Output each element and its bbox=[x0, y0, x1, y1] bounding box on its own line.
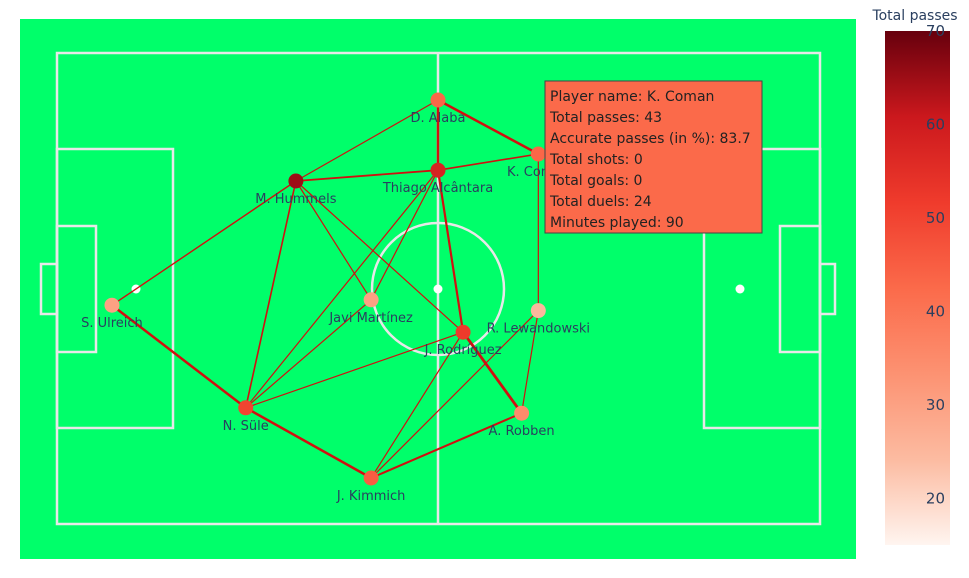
tooltip-line: Total duels: 24 bbox=[549, 194, 652, 210]
player-label: R. Lewandowski bbox=[487, 322, 590, 337]
player-node bbox=[104, 297, 120, 313]
tooltip-line: Player name: K. Coman bbox=[550, 89, 714, 105]
player-node bbox=[530, 146, 546, 162]
player-label: J. Kimmich bbox=[336, 489, 406, 504]
colorbar: Total passes203040506070 bbox=[871, 8, 958, 545]
colorbar-tick-label: 20 bbox=[926, 489, 945, 507]
player-label: Thiago Alcântara bbox=[382, 181, 493, 196]
colorbar-tick-label: 50 bbox=[926, 209, 945, 227]
tooltip-line: Total shots: 0 bbox=[549, 152, 643, 168]
colorbar-tick-label: 70 bbox=[926, 22, 945, 40]
player-node bbox=[514, 405, 530, 421]
player-label: D. Alaba bbox=[411, 111, 466, 126]
colorbar-tick-label: 40 bbox=[926, 302, 945, 320]
tooltip-line: Accurate passes (in %): 83.7 bbox=[550, 131, 751, 147]
colorbar-tick-label: 60 bbox=[926, 115, 945, 133]
player-node bbox=[430, 92, 446, 108]
tooltip-line: Total passes: 43 bbox=[549, 110, 662, 126]
player-label: A. Robben bbox=[489, 424, 555, 439]
colorbar-scale bbox=[885, 31, 950, 545]
hover-tooltip: Player name: K. Coman Total passes: 43 Acc… bbox=[544, 80, 763, 234]
player-label: S. Ulreich bbox=[81, 316, 143, 331]
player-node bbox=[363, 470, 379, 486]
center-spot bbox=[433, 284, 443, 294]
player-node bbox=[530, 303, 546, 319]
tooltip-line: Minutes played: 90 bbox=[550, 215, 684, 231]
tooltip-line: Total goals: 0 bbox=[549, 173, 642, 189]
player-label: J. Rodríguez bbox=[424, 343, 502, 358]
player-node bbox=[288, 173, 304, 189]
colorbar-tick-label: 30 bbox=[926, 396, 945, 414]
player-node bbox=[455, 324, 471, 340]
pass-network-chart: S. Ulreich N. Süle J. Kimmich M. Hummels D. … bbox=[20, 8, 958, 559]
player-label: M. Hummels bbox=[255, 192, 336, 207]
right-penalty-spot bbox=[735, 284, 745, 294]
player-label: N. Süle bbox=[223, 419, 269, 434]
player-label: Javi Martínez bbox=[328, 311, 413, 326]
player-node bbox=[430, 162, 446, 178]
player-node bbox=[238, 400, 254, 416]
player-node bbox=[363, 292, 379, 308]
